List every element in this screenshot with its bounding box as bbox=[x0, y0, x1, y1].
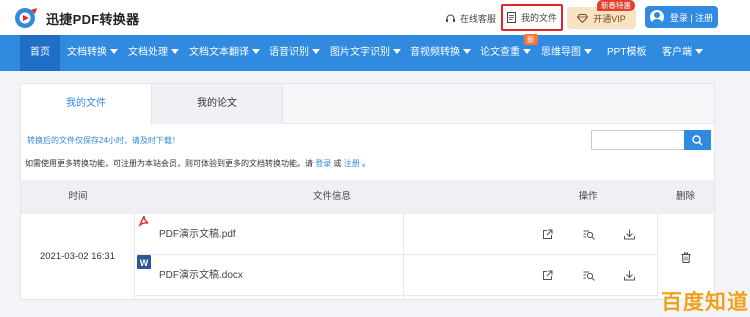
register-link[interactable]: 注册 bbox=[344, 159, 360, 168]
my-files-button[interactable]: 我的文件 bbox=[501, 4, 563, 31]
main-nav: 首页 文档转换 文档处理 文档文本翻译 语音识别 图片文字识别 音视频转换 论文… bbox=[0, 35, 750, 71]
nav-label: 文档转换 bbox=[67, 47, 107, 58]
nav-item-translate[interactable]: 文档文本翻译 bbox=[189, 35, 260, 71]
nav-item-mindmap[interactable]: 思维导图 bbox=[541, 35, 592, 71]
tab-bar: 我的文件 我的论文 bbox=[21, 84, 714, 125]
hint-or: 或 bbox=[333, 159, 342, 168]
nav-label: 音视频转换 bbox=[410, 47, 460, 58]
preview-icon bbox=[583, 271, 595, 281]
nav-label: 首页 bbox=[30, 47, 50, 58]
nav-label: PPT模板 bbox=[607, 47, 647, 58]
nav-item-doc-process[interactable]: 文档处理 bbox=[128, 35, 179, 71]
open-button[interactable] bbox=[540, 268, 554, 282]
tab-my-files[interactable]: 我的文件 bbox=[21, 84, 152, 125]
svg-text:W: W bbox=[140, 258, 149, 268]
open-button[interactable] bbox=[540, 227, 554, 241]
diamond-icon bbox=[577, 13, 589, 23]
headset-icon bbox=[446, 14, 455, 22]
caret-down-icon bbox=[252, 49, 260, 54]
preview-icon bbox=[583, 230, 595, 240]
nav-label: 论文查重 bbox=[480, 47, 520, 58]
nav-item-doc-convert[interactable]: 文档转换 bbox=[67, 35, 118, 71]
header-delete: 删除 bbox=[675, 191, 695, 202]
new-badge: 新 bbox=[524, 34, 538, 45]
preview-button[interactable] bbox=[582, 268, 596, 282]
caret-down-icon bbox=[695, 49, 703, 54]
tab-my-papers[interactable]: 我的论文 bbox=[152, 84, 283, 124]
vip-promo-badge: 新春特惠 bbox=[597, 0, 635, 11]
file-name[interactable]: PDF演示文稿.docx bbox=[159, 255, 243, 296]
time-cell: 2021-03-02 16:31 bbox=[21, 214, 135, 300]
caret-down-icon bbox=[463, 49, 471, 54]
retention-notice: 转换后的文件仅保存24小时，请及时下载！ bbox=[27, 136, 180, 145]
membership-hint: 如需使用更多转换功能，可注册为本站会员，则可体验到更多的文档转换功能。请 登录 … bbox=[25, 158, 370, 169]
file-panel: 我的文件 我的论文 转换后的文件仅保存24小时，请及时下载！ 如需使用更多转换功… bbox=[20, 83, 715, 300]
caret-down-icon bbox=[110, 49, 118, 54]
nav-label: 文档处理 bbox=[128, 47, 168, 58]
pdf-icon bbox=[137, 214, 151, 228]
caret-down-icon bbox=[312, 49, 320, 54]
nav-label: 文档文本翻译 bbox=[189, 47, 249, 58]
nav-item-ocr[interactable]: 图片文字识别 bbox=[330, 35, 401, 71]
nav-item-home[interactable]: 首页 bbox=[20, 35, 60, 71]
nav-item-av-convert[interactable]: 音视频转换 bbox=[410, 35, 471, 71]
table-header: 时间 文件信息 操作 删除 bbox=[21, 180, 714, 214]
trash-icon bbox=[681, 252, 691, 263]
header-time: 时间 bbox=[68, 191, 88, 202]
search-icon bbox=[692, 134, 703, 145]
search-button[interactable] bbox=[684, 130, 711, 150]
user-icon bbox=[649, 10, 664, 24]
hint-text: 如需使用更多转换功能，可注册为本站会员，则可体验到更多的文档转换功能。请 bbox=[25, 159, 313, 168]
login-link[interactable]: 登录 bbox=[315, 159, 331, 168]
nav-label: 思维导图 bbox=[541, 47, 581, 58]
search-box bbox=[591, 130, 711, 150]
caret-down-icon bbox=[171, 49, 179, 54]
file-name[interactable]: PDF演示文稿.pdf bbox=[159, 214, 236, 255]
search-input[interactable] bbox=[591, 130, 685, 150]
login-register-button[interactable]: 登录 | 注册 bbox=[645, 6, 718, 28]
brand-name[interactable]: 迅捷PDF转换器 bbox=[46, 9, 139, 28]
caret-down-icon bbox=[393, 49, 401, 54]
top-header: 迅捷PDF转换器 在线客服 我的文件 开通VIP 新春特惠 登录 | 注册 bbox=[0, 0, 750, 35]
download-button[interactable] bbox=[622, 268, 636, 282]
login-label: 登录 | 注册 bbox=[669, 12, 714, 23]
download-button[interactable] bbox=[622, 227, 636, 241]
online-support-link[interactable]: 在线客服 bbox=[445, 10, 496, 26]
watermark: 百度知道 bbox=[661, 290, 749, 314]
nav-label: 客户端 bbox=[662, 47, 692, 58]
preview-button[interactable] bbox=[582, 227, 596, 241]
nav-label: 语音识别 bbox=[269, 47, 309, 58]
external-link-icon bbox=[542, 229, 552, 239]
word-icon: W bbox=[137, 255, 151, 269]
logo-icon[interactable] bbox=[14, 7, 38, 29]
support-label: 在线客服 bbox=[460, 13, 497, 24]
table-row: PDF演示文稿.pdf bbox=[135, 214, 657, 255]
nav-item-client[interactable]: 客户端 bbox=[662, 35, 703, 71]
vip-label: 开通VIP bbox=[593, 13, 626, 24]
header-file-info: 文件信息 bbox=[312, 191, 351, 202]
nav-label: 图片文字识别 bbox=[330, 47, 390, 58]
my-files-label: 我的文件 bbox=[520, 13, 557, 23]
document-icon bbox=[506, 12, 516, 23]
external-link-icon bbox=[542, 270, 552, 280]
nav-item-ppt[interactable]: PPT模板 bbox=[607, 35, 646, 71]
hint-suffix: 。 bbox=[361, 159, 370, 168]
table-row: W PDF演示文稿.docx bbox=[135, 255, 657, 296]
download-icon bbox=[623, 270, 635, 280]
nav-item-speech[interactable]: 语音识别 bbox=[269, 35, 320, 71]
caret-down-icon bbox=[523, 49, 531, 54]
caret-down-icon bbox=[584, 49, 592, 54]
header-actions: 操作 bbox=[578, 191, 598, 202]
download-icon bbox=[623, 229, 635, 239]
